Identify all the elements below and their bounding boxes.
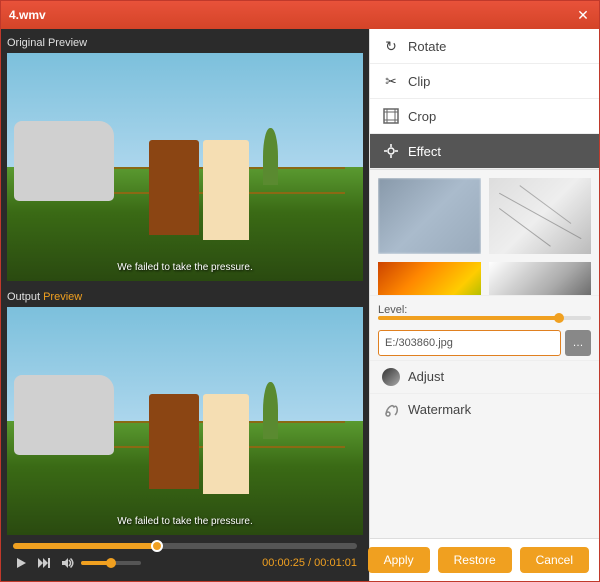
restore-button[interactable]: Restore bbox=[438, 547, 512, 573]
adjust-icon bbox=[382, 368, 400, 386]
file-input-row: … bbox=[370, 326, 599, 360]
effect-mono-thumb[interactable] bbox=[487, 260, 594, 295]
volume-slider[interactable] bbox=[81, 561, 141, 565]
tool-menu: ↻ Rotate ✂ Clip Crop Effec bbox=[370, 29, 599, 170]
play-button[interactable] bbox=[13, 555, 29, 571]
time-display: 00:00:25 / 00:01:01 bbox=[262, 557, 357, 569]
tool-crop[interactable]: Crop bbox=[370, 99, 599, 134]
time-separator: / bbox=[305, 557, 314, 569]
output-subtitle: We failed to take the pressure. bbox=[117, 516, 252, 527]
original-preview-label: Original Preview bbox=[7, 35, 363, 49]
rotate-label: Rotate bbox=[408, 39, 446, 54]
forward-button[interactable] bbox=[35, 555, 53, 571]
output-horse bbox=[14, 375, 114, 455]
original-scene bbox=[7, 53, 363, 281]
effect-blur-visual bbox=[378, 178, 481, 254]
output-person1 bbox=[149, 394, 199, 490]
progress-thumb bbox=[151, 540, 163, 552]
bottom-buttons: Apply Restore Cancel bbox=[370, 538, 599, 581]
person1-element bbox=[149, 140, 199, 236]
time-total: 00:01:01 bbox=[314, 557, 357, 569]
close-button[interactable]: ✕ bbox=[575, 7, 591, 23]
cancel-button[interactable]: Cancel bbox=[520, 547, 589, 573]
sketch-overlay bbox=[489, 178, 592, 254]
controls-row: 00:00:25 / 00:01:01 bbox=[13, 555, 357, 571]
volume-thumb bbox=[106, 558, 116, 568]
effect-sketch-visual bbox=[489, 178, 592, 254]
play-icon bbox=[15, 557, 27, 569]
output-person2 bbox=[203, 394, 249, 494]
effect-grid-inner: Material bbox=[376, 176, 593, 295]
watermark-label: Watermark bbox=[408, 402, 471, 417]
original-subtitle: We failed to take the pressure. bbox=[117, 262, 252, 273]
forward-icon bbox=[37, 557, 51, 569]
progress-fill bbox=[13, 543, 157, 549]
controls-bar: 00:00:25 / 00:01:01 bbox=[7, 539, 363, 575]
tool-rotate[interactable]: ↻ Rotate bbox=[370, 29, 599, 64]
apply-button[interactable]: Apply bbox=[368, 547, 430, 573]
level-label: Level: bbox=[378, 304, 407, 316]
progress-bar[interactable] bbox=[13, 543, 357, 549]
horse-element bbox=[14, 121, 114, 201]
rotate-icon: ↻ bbox=[382, 37, 400, 55]
output-scene bbox=[7, 307, 363, 535]
main-content: Original Preview We failed to take the p… bbox=[1, 29, 599, 581]
right-panel: ↻ Rotate ✂ Clip Crop Effec bbox=[369, 29, 599, 581]
output-tree bbox=[263, 382, 277, 439]
level-fill bbox=[378, 316, 559, 320]
volume-button[interactable] bbox=[59, 555, 77, 571]
output-preview-label: Output Preview bbox=[7, 289, 363, 303]
level-slider[interactable] bbox=[378, 316, 591, 320]
clip-icon: ✂ bbox=[382, 72, 400, 90]
left-panel: Original Preview We failed to take the p… bbox=[1, 29, 369, 581]
clip-label: Clip bbox=[408, 74, 430, 89]
effect-blur-thumb[interactable] bbox=[376, 176, 483, 256]
watermark-icon bbox=[382, 401, 400, 419]
effect-color-thumb[interactable] bbox=[376, 260, 483, 295]
effect-mono-visual bbox=[489, 262, 592, 295]
level-section: Level: bbox=[370, 295, 599, 326]
volume-area bbox=[59, 555, 141, 571]
file-path-input[interactable] bbox=[378, 330, 561, 356]
effect-label: Effect bbox=[408, 144, 441, 159]
crop-label: Crop bbox=[408, 109, 436, 124]
crop-icon bbox=[382, 107, 400, 125]
output-preview: We failed to take the pressure. bbox=[7, 307, 363, 535]
effect-grid: Material bbox=[370, 170, 599, 295]
title-bar: 4.wmv ✕ bbox=[1, 1, 599, 29]
person2-element bbox=[203, 140, 249, 240]
app-window: 4.wmv ✕ Original Preview We failed to bbox=[0, 0, 600, 582]
adjust-item[interactable]: Adjust bbox=[370, 360, 599, 393]
watermark-item[interactable]: Watermark bbox=[370, 393, 599, 426]
effect-color-visual bbox=[378, 262, 481, 295]
tool-clip[interactable]: ✂ Clip bbox=[370, 64, 599, 99]
level-thumb bbox=[554, 313, 564, 323]
tree-element bbox=[263, 128, 277, 185]
original-preview: We failed to take the pressure. bbox=[7, 53, 363, 281]
effect-sketch-thumb[interactable] bbox=[487, 176, 594, 256]
adjust-label: Adjust bbox=[408, 369, 444, 384]
tool-effect[interactable]: Effect bbox=[370, 134, 599, 169]
file-browse-button[interactable]: … bbox=[565, 330, 591, 356]
level-track bbox=[378, 316, 591, 320]
effect-icon bbox=[382, 142, 400, 160]
volume-icon bbox=[61, 557, 75, 569]
time-current: 00:00:25 bbox=[262, 557, 305, 569]
window-title: 4.wmv bbox=[9, 8, 46, 22]
